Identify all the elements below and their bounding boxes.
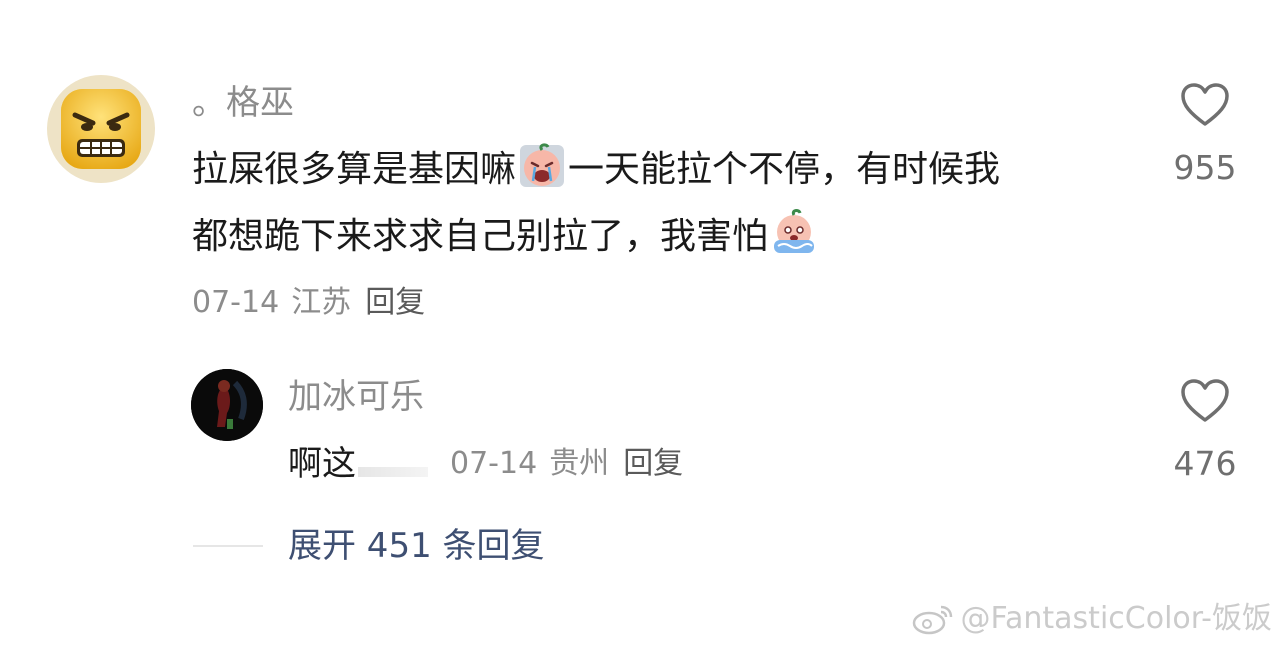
weibo-logo-icon (912, 605, 952, 635)
watermark-text: @FantasticColor-饭饭 (960, 601, 1273, 636)
comment-meta: 07-14 江苏 回复 (192, 285, 425, 321)
expand-divider (193, 545, 263, 547)
comment-region: 江苏 (291, 285, 352, 320)
reply-content: 啊这 (288, 444, 356, 484)
like-heart-icon[interactable] (1180, 82, 1230, 128)
comment-thread: 。格巫 拉屎很多算是基因嘛 一天能拉个不停，有时候我 都想跪下来求求自己别拉了，… (0, 0, 1284, 651)
reply-meta: 07-14 贵州 回复 (450, 446, 683, 482)
comment-text-part-3: 都想跪下来求求自己别拉了，我害怕 (192, 216, 769, 257)
dark-figure-icon (191, 369, 263, 441)
tearful-peach-emoji-icon (774, 209, 815, 253)
watermark: @FantasticColor-饭饭 (911, 601, 1273, 637)
reply-avatar[interactable] (191, 369, 263, 441)
comment-reply-button[interactable]: 回复 (365, 285, 425, 320)
reply-region: 贵州 (549, 446, 610, 481)
comment-date: 07-14 (192, 285, 280, 320)
reply-date: 07-14 (450, 446, 538, 481)
blurred-region (358, 467, 428, 477)
angry-face-icon (61, 89, 141, 169)
reply-username[interactable]: 加冰可乐 (288, 377, 424, 417)
reply-text: 啊这 (288, 444, 428, 484)
comment-like-count: 955 (1173, 148, 1237, 187)
comment-text-line-1: 拉屎很多算是基因嘛 一天能拉个不停，有时候我 (192, 138, 1000, 202)
reply-like-count: 476 (1173, 444, 1237, 483)
comment-text-part-1: 拉屎很多算是基因嘛 (192, 149, 517, 190)
commenter-username[interactable]: 。格巫 (192, 83, 294, 123)
like-heart-icon[interactable] (1180, 378, 1230, 424)
reply-reply-button[interactable]: 回复 (623, 446, 683, 481)
crying-peach-emoji-icon (520, 143, 565, 187)
commenter-avatar[interactable] (47, 75, 155, 183)
comment-text-part-2: 一天能拉个不停，有时候我 (568, 149, 1001, 190)
comment-text-line-2: 都想跪下来求求自己别拉了，我害怕 (192, 205, 820, 269)
expand-replies-button[interactable]: 展开 451 条回复 (288, 526, 545, 566)
